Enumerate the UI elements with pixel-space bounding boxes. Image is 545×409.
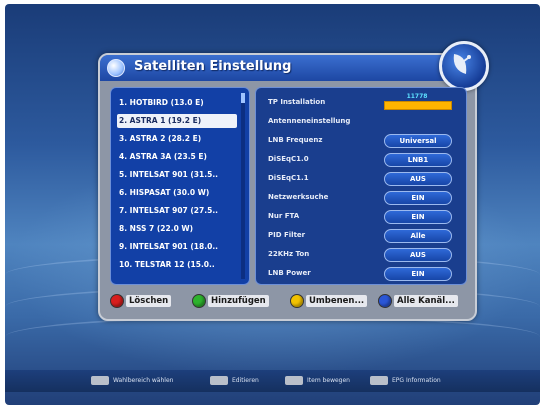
diseqc11-select[interactable]: AUS xyxy=(384,172,452,186)
satellite-list-item[interactable]: 4. ASTRA 3A (23.5 E) xyxy=(117,150,237,164)
lnb-power-select[interactable]: EIN xyxy=(384,267,452,281)
tp-installation-label: TP Installation xyxy=(268,98,326,106)
satellite-list-item[interactable]: 10. TELSTAR 12 (15.0.. xyxy=(117,258,237,272)
fta-only-select[interactable]: EIN xyxy=(384,210,452,224)
lnb-frequency-label: LNB Frequenz xyxy=(268,136,323,144)
add-button-label: Hinzufügen xyxy=(208,295,269,307)
epg-key-icon xyxy=(370,376,388,385)
yellow-button-icon xyxy=(290,294,304,308)
delete-button[interactable]: Löschen xyxy=(110,293,172,309)
scrollbar-thumb[interactable] xyxy=(241,93,245,103)
satellite-list-item[interactable]: 3. ASTRA 2 (28.2 E) xyxy=(117,132,237,146)
scan-key-icon xyxy=(285,376,303,385)
lnb-frequency-select[interactable]: Universal xyxy=(384,134,452,148)
tp-installation-field[interactable] xyxy=(384,101,452,110)
satellite-list[interactable]: 1. HOTBIRD (13.0 E) 2. ASTRA 1 (19.2 E) … xyxy=(110,87,250,285)
lnb-power-label: LNB Power xyxy=(268,269,311,277)
globe-icon xyxy=(107,59,125,77)
list-scrollbar[interactable] xyxy=(241,93,245,279)
ok-key-icon xyxy=(91,376,109,385)
hint-epg: EPG Information xyxy=(370,376,441,385)
satellite-list-item[interactable]: 5. INTELSAT 901 (31.5.. xyxy=(117,168,237,182)
blue-button-icon xyxy=(378,294,392,308)
fta-only-label: Nur FTA xyxy=(268,212,300,220)
pid-filter-label: PID Filter xyxy=(268,231,306,239)
green-button-icon xyxy=(192,294,206,308)
hint-edit: Editieren xyxy=(210,376,259,385)
antenna-settings-panel: TP Installation 11778 Antenneneinstellun… xyxy=(255,87,467,285)
hint-text: EPG Information xyxy=(392,377,441,384)
pid-filter-select[interactable]: Alle xyxy=(384,229,452,243)
all-channels-button-label: Alle Kanäl... xyxy=(394,295,458,307)
edit-key-icon xyxy=(210,376,228,385)
diseqc10-select[interactable]: LNB1 xyxy=(384,153,452,167)
tp-installation-value: 11778 xyxy=(406,93,428,100)
color-button-bar: Löschen Hinzufügen Umbenen... Alle Kanäl… xyxy=(110,291,465,311)
red-button-icon xyxy=(110,294,124,308)
all-channels-button[interactable]: Alle Kanäl... xyxy=(378,293,458,309)
hint-text: Wahlbereich wählen xyxy=(113,377,174,384)
rename-button[interactable]: Umbenen... xyxy=(290,293,368,309)
satellite-list-item[interactable]: 7. INTELSAT 907 (27.5.. xyxy=(117,204,237,218)
tv-screen: Satelliten Einstellung 1. HOTBIRD (13.0 … xyxy=(5,4,540,405)
antenna-settings-heading: Antenneneinstellung xyxy=(268,117,351,125)
22khz-tone-label: 22KHz Ton xyxy=(268,250,310,258)
delete-button-label: Löschen xyxy=(126,295,172,307)
diseqc10-label: DiSEqC1.0 xyxy=(268,155,309,163)
hint-text: Editieren xyxy=(232,377,259,384)
satellite-settings-dialog: Satelliten Einstellung 1. HOTBIRD (13.0 … xyxy=(98,41,489,321)
hint-text: Item bewegen xyxy=(307,377,350,384)
satellite-list-item[interactable]: 9. INTELSAT 901 (18.0.. xyxy=(117,240,237,254)
rename-button-label: Umbenen... xyxy=(306,295,368,307)
network-search-label: Netzwerksuche xyxy=(268,193,329,201)
add-button[interactable]: Hinzufügen xyxy=(192,293,269,309)
diseqc11-label: DiSEqC1.1 xyxy=(268,174,309,182)
hint-move: Item bewegen xyxy=(285,376,350,385)
satellite-list-item[interactable]: 6. HISPASAT (30.0 W) xyxy=(117,186,237,200)
satellite-dish-icon xyxy=(439,41,489,91)
satellite-list-item-selected[interactable]: 2. ASTRA 1 (19.2 E) xyxy=(117,114,237,128)
22khz-tone-select[interactable]: AUS xyxy=(384,248,452,262)
hint-ok: Wahlbereich wählen xyxy=(91,376,173,385)
satellite-list-item[interactable]: 1. HOTBIRD (13.0 E) xyxy=(117,96,237,110)
dialog-titlebar: Satelliten Einstellung xyxy=(100,55,475,81)
background-wave xyxy=(5,316,540,358)
satellite-list-item[interactable]: 8. NSS 7 (22.0 W) xyxy=(117,222,237,236)
dialog-title: Satelliten Einstellung xyxy=(134,59,292,74)
key-hint-bar: Wahlbereich wählen Editieren Item bewege… xyxy=(5,370,540,392)
network-search-select[interactable]: EIN xyxy=(384,191,452,205)
